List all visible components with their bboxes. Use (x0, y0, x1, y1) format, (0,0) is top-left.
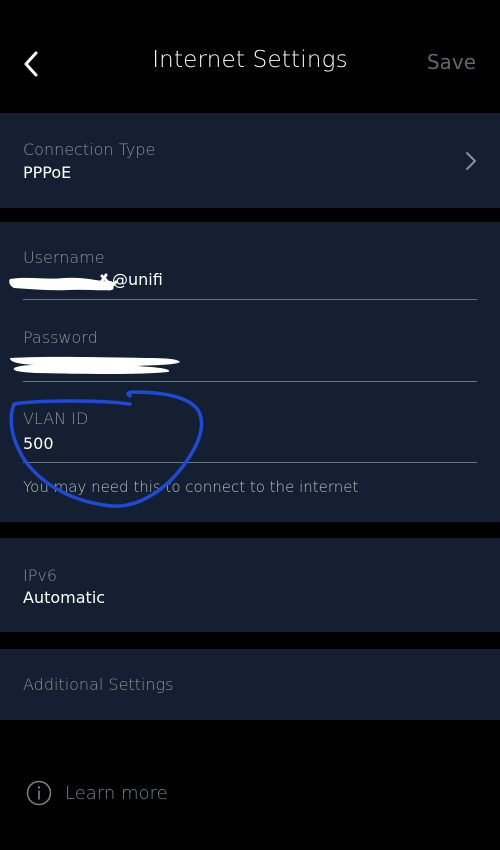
header-bar: Internet Settings Save (0, 0, 500, 112)
username-field[interactable]: @unifi (0, 266, 500, 302)
additional-settings-row[interactable]: Additional Settings (0, 649, 500, 720)
learn-more-label: Learn more (65, 782, 168, 804)
username-underline (23, 299, 477, 300)
internet-settings-screen: Internet Settings Save Connection Type P… (0, 0, 500, 850)
username-value-suffix: @unifi (112, 270, 163, 289)
ipv6-label: IPv6 (23, 566, 58, 585)
page-title: Internet Settings (152, 47, 348, 73)
connection-type-value: PPPoE (23, 163, 72, 182)
password-redaction (10, 356, 180, 374)
password-underline (23, 381, 477, 382)
password-field[interactable] (0, 348, 500, 378)
vlan-id-input[interactable]: 500 (23, 434, 54, 453)
connection-type-row[interactable]: Connection Type PPPoE (0, 113, 500, 208)
ipv6-value: Automatic (23, 588, 106, 607)
vlan-id-label: VLAN ID (23, 409, 89, 428)
vlan-helper-text: You may need this to connect to the inte… (23, 478, 359, 496)
username-label: Username (23, 248, 105, 267)
learn-more-link[interactable]: Learn more (26, 780, 168, 806)
connection-type-label: Connection Type (23, 140, 156, 159)
password-label: Password (23, 328, 98, 347)
credentials-card: Username @unifi Password VLAN ID 500 You… (0, 222, 500, 522)
info-circle-icon (26, 780, 52, 806)
vlan-id-underline (23, 462, 477, 463)
ipv6-row[interactable]: IPv6 Automatic (0, 538, 500, 632)
additional-settings-label: Additional Settings (23, 675, 174, 694)
chevron-right-icon (466, 152, 476, 170)
save-button[interactable]: Save (427, 50, 476, 74)
